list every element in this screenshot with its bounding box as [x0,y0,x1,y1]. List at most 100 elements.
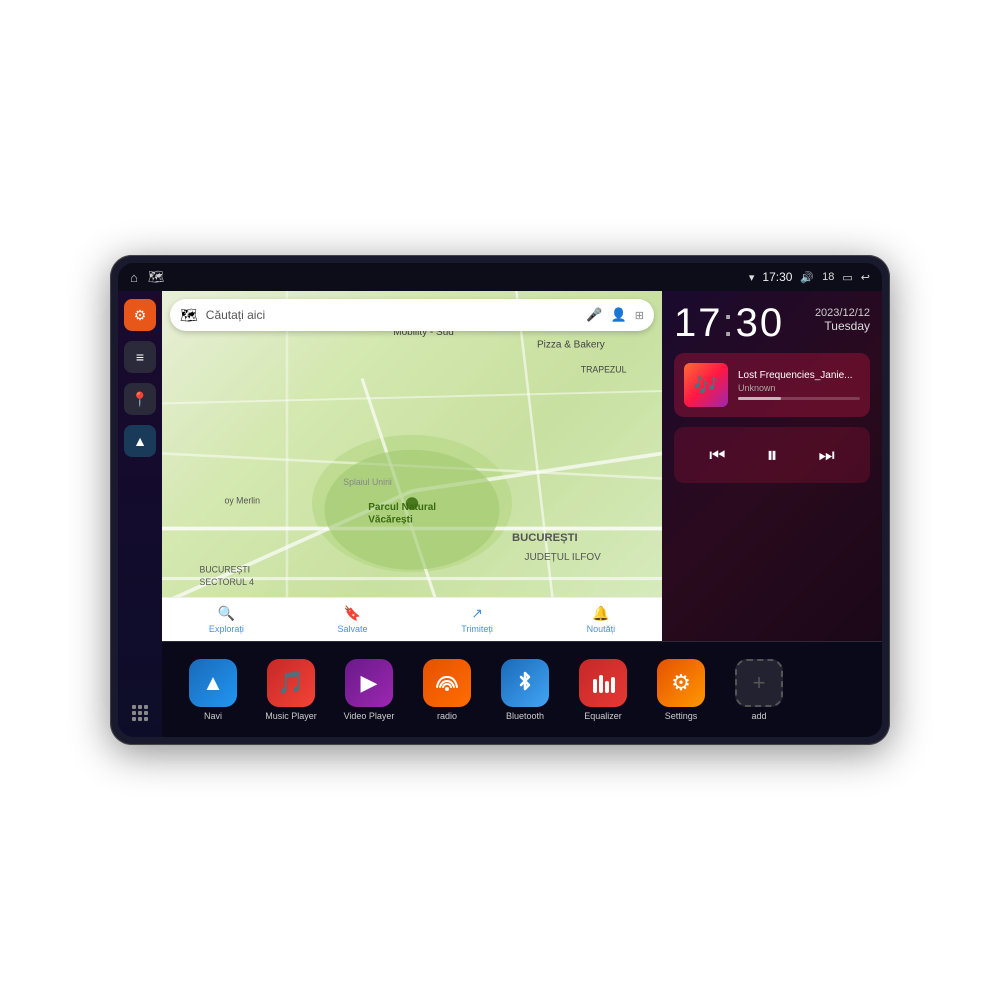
pause-icon: ⏸ [766,442,777,468]
app-video-player[interactable]: ▶ Video Player [334,659,404,721]
apps-grid-icon [132,705,148,721]
layers-icon[interactable]: ⊞ [635,309,644,322]
map-search-bar[interactable]: 🗺 Căutați aici 🎤 👤 ⊞ [170,299,654,331]
date-section: 2023/12/12 Tuesday [815,307,870,333]
svg-text:JUDEȚUL ILFOV: JUDEȚUL ILFOV [525,552,602,563]
album-art: 🎶 [684,363,728,407]
progress-bar [738,397,860,400]
map-news-btn[interactable]: 🔔 Noutăți [587,605,616,634]
battery-icon: ▭ [842,271,852,284]
map-panel[interactable]: ▲ AXIS Premium Mobility - Sud Pizza & Ba… [162,291,662,641]
app-bluetooth[interactable]: Bluetooth [490,659,560,721]
progress-fill [738,397,781,400]
sidebar-nav-btn[interactable]: ▲ [124,425,156,457]
search-text: Căutați aici [206,308,579,322]
map-send-btn[interactable]: ↗ Trimiteți [461,605,493,634]
map-bottom-bar: 🔍 Explorați 🔖 Salvate ↗ Trimiteți [162,597,662,641]
next-icon: ⏭ [819,445,835,466]
equalizer-label: Equalizer [584,711,622,721]
music-panel: 17:30 2023/12/12 Tuesday 🎶 Lost Frequ [662,291,882,641]
status-left: ⌂ 🗺 [130,269,164,285]
explore-icon: 🔍 [218,605,235,622]
svg-text:Văcărești: Văcărești [368,514,413,525]
volume-icon: 🔊 [800,271,814,284]
bluetooth-svg [511,669,539,697]
date-day: Tuesday [815,319,870,333]
send-icon: ↗ [471,605,483,622]
clock-time: 17:30 [674,303,784,343]
equalizer-icon [579,659,627,707]
app-music-player[interactable]: 🎵 Music Player [256,659,326,721]
sidebar-settings-btn[interactable]: ⚙ [124,299,156,331]
app-navi[interactable]: ▲ Navi [178,659,248,721]
eq-svg [589,669,617,697]
clock-minutes: 30 [736,301,785,345]
nav-arrow-icon: ▲ [133,433,147,449]
clock-colon: : [723,301,736,345]
prev-icon: ⏮ [709,445,725,466]
app-radio[interactable]: radio [412,659,482,721]
prev-button[interactable]: ⏮ [699,437,735,473]
video-player-icon: ▶ [345,659,393,707]
radio-waves-svg [433,669,461,697]
sidebar-files-btn[interactable]: ≡ [124,341,156,373]
app-settings[interactable]: ⚙ Settings [646,659,716,721]
status-right: ▾ 17:30 🔊 18 ▭ ↩ [749,270,870,284]
track-artist: Unknown [738,383,860,393]
add-label: add [751,711,766,721]
sidebar: ⚙ ≡ 📍 ▲ [118,291,162,737]
saved-icon: 🔖 [344,605,361,622]
home-icon[interactable]: ⌂ [130,270,138,285]
files-icon: ≡ [136,349,144,365]
news-icon: 🔔 [592,605,609,622]
pause-button[interactable]: ⏸ [754,437,790,473]
sidebar-apps-btn[interactable] [124,697,156,729]
clock-hours: 17 [674,301,723,345]
settings-icon: ⚙ [134,307,147,324]
music-controls: ⏮ ⏸ ⏭ [674,427,870,483]
music-player-label: Music Player [265,711,317,721]
saved-label: Salvate [338,624,368,634]
next-button[interactable]: ⏭ [809,437,845,473]
wifi-icon: ▾ [749,271,755,284]
navi-label: Navi [204,711,222,721]
app-drawer: ▲ Navi 🎵 Music Player ▶ [162,641,882,737]
radio-icon [423,659,471,707]
radio-label: radio [437,711,457,721]
datetime-section: 17:30 2023/12/12 Tuesday [674,303,870,343]
status-time: 17:30 [762,270,792,284]
send-label: Trimiteți [461,624,493,634]
track-info: Lost Frequencies_Janie... Unknown [738,370,860,400]
back-icon[interactable]: ↩ [861,271,870,284]
screen: ⌂ 🗺 ▾ 17:30 🔊 18 ▭ ↩ ⚙ ≡ [118,263,882,737]
video-player-label: Video Player [344,711,395,721]
svg-text:SECTORUL 4: SECTORUL 4 [200,577,255,587]
center-content: ▲ AXIS Premium Mobility - Sud Pizza & Ba… [162,291,882,737]
google-maps-icon: 🗺 [180,307,198,324]
map-roads-svg: ▲ AXIS Premium Mobility - Sud Pizza & Ba… [162,291,662,641]
svg-text:Parcul Natural: Parcul Natural [368,502,436,513]
svg-text:TRAPEZUL: TRAPEZUL [581,364,627,374]
map-icon: 📍 [131,391,148,408]
map-explore-btn[interactable]: 🔍 Explorați [209,605,244,634]
news-label: Noutăți [587,624,616,634]
map-status-icon[interactable]: 🗺 [148,269,165,285]
svg-text:Pizza & Bakery: Pizza & Bakery [537,339,605,350]
account-icon[interactable]: 👤 [611,307,627,323]
svg-text:BUCUREȘTI: BUCUREȘTI [200,564,251,574]
map-saved-btn[interactable]: 🔖 Salvate [338,605,368,634]
settings-icon-img: ⚙ [657,659,705,707]
svg-text:oy Merlin: oy Merlin [225,496,261,506]
car-head-unit: ⌂ 🗺 ▾ 17:30 🔊 18 ▭ ↩ ⚙ ≡ [110,255,890,745]
app-equalizer[interactable]: Equalizer [568,659,638,721]
bluetooth-icon-img [501,659,549,707]
track-name: Lost Frequencies_Janie... [738,370,860,381]
music-player-icon: 🎵 [267,659,315,707]
sidebar-map-btn[interactable]: 📍 [124,383,156,415]
explore-label: Explorați [209,624,244,634]
top-panels: ▲ AXIS Premium Mobility - Sud Pizza & Ba… [162,291,882,641]
svg-text:BUCUREȘTI: BUCUREȘTI [512,532,578,544]
mic-icon[interactable]: 🎤 [586,307,602,323]
bluetooth-label: Bluetooth [506,711,544,721]
app-add[interactable]: + add [724,659,794,721]
